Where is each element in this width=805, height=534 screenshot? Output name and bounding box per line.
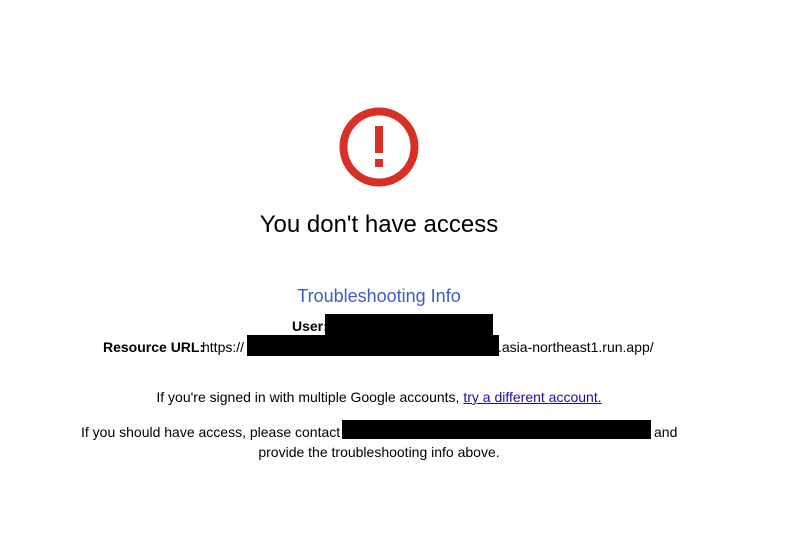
accounts-message-text: If you're signed in with multiple Google… xyxy=(156,389,464,405)
redacted-user xyxy=(325,314,493,336)
resource-url-suffix: .asia-northeast1.run.app/ xyxy=(498,339,654,355)
resource-url-prefix: https:// xyxy=(202,339,245,355)
troubleshooting-heading: Troubleshooting Info xyxy=(297,286,461,306)
redacted-resource-host xyxy=(247,335,499,356)
resource-url-label: Resource URL: xyxy=(103,339,205,355)
accounts-message: If you're signed in with multiple Google… xyxy=(0,388,758,406)
try-different-account-link[interactable]: try a different account. xyxy=(463,389,601,405)
access-message-line2: provide the troubleshooting info above. xyxy=(258,444,500,460)
page-title: You don't have access xyxy=(259,211,499,238)
access-message-end: and xyxy=(654,424,678,440)
user-label: User: xyxy=(292,318,328,334)
redacted-contact xyxy=(342,420,651,439)
exclamation-circle-icon xyxy=(339,107,419,187)
access-message-start: If you should have access, please contac… xyxy=(81,424,341,440)
